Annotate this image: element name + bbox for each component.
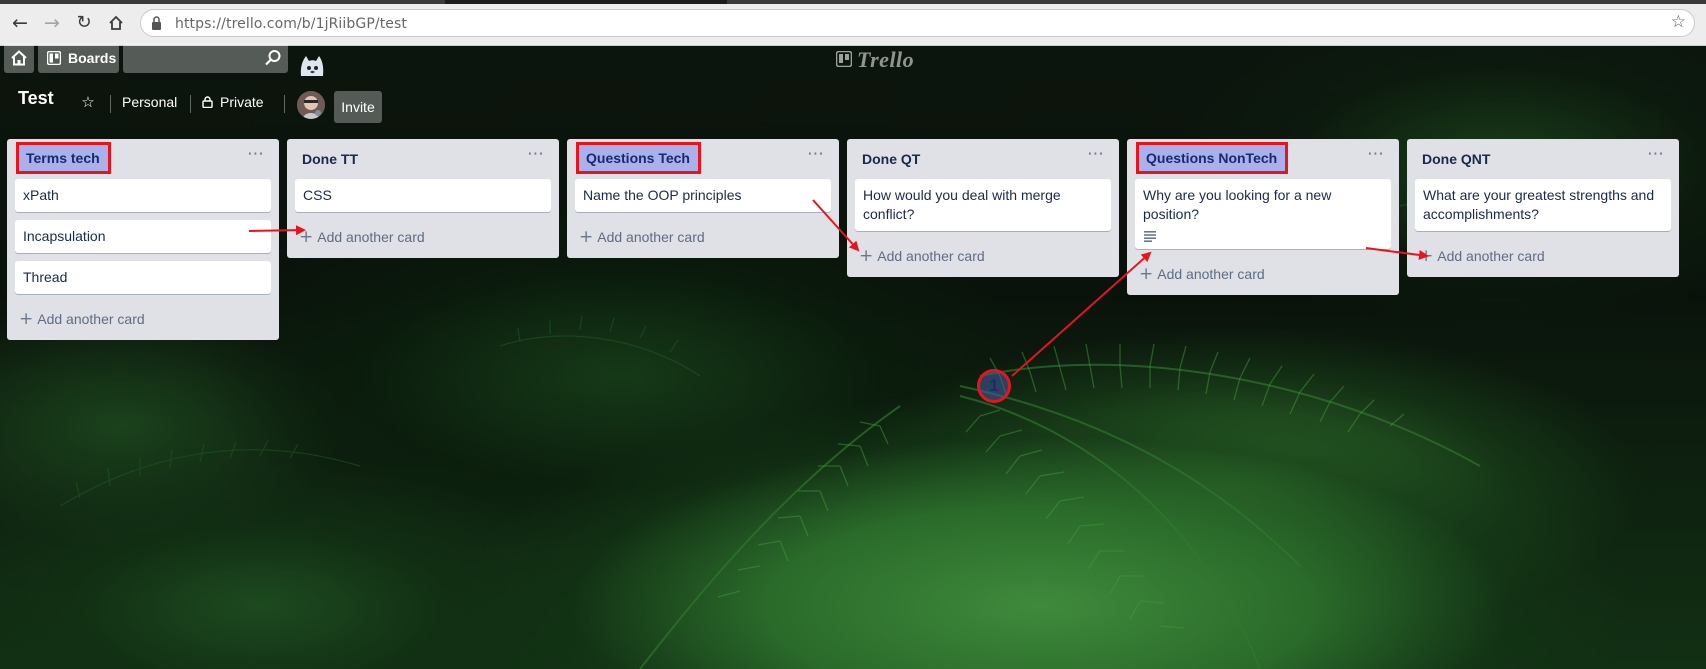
browser-toolbar: ← → ↻ https://trello.com/b/1jRiibGP/test… <box>0 0 1706 46</box>
boards-button[interactable]: Boards <box>38 43 119 73</box>
member-avatar-image <box>297 91 325 119</box>
lock-icon <box>202 96 213 108</box>
personal-team-button[interactable]: Personal <box>122 87 177 117</box>
add-card-label: Add another card <box>317 229 425 245</box>
list-header: Done QNT ⋯ <box>1415 139 1671 179</box>
list-title[interactable]: Questions NonTech <box>1135 142 1289 174</box>
card[interactable]: xPath <box>15 179 271 212</box>
lock-icon <box>152 16 161 30</box>
back-icon[interactable]: ← <box>8 9 32 37</box>
private-label: Private <box>220 94 264 110</box>
card[interactable]: How would you deal with merge conflict? <box>855 179 1111 231</box>
list-menu-icon[interactable]: ⋯ <box>1365 146 1385 167</box>
list-menu-icon[interactable]: ⋯ <box>1645 146 1665 167</box>
search-input[interactable] <box>123 43 279 73</box>
list-terms-tech[interactable]: Terms tech ⋯ xPath Incapsulation Thread … <box>7 139 279 340</box>
reload-icon[interactable]: ↻ <box>72 9 96 37</box>
add-card-button[interactable]: + Add another card <box>1135 257 1391 295</box>
board-title[interactable]: Test <box>18 88 54 109</box>
card[interactable]: Incapsulation <box>15 220 271 253</box>
tab-strip <box>0 0 1706 4</box>
add-card-label: Add another card <box>1157 266 1265 282</box>
list-title[interactable]: Terms tech <box>16 142 111 174</box>
card-title: Why are you looking for a new position? <box>1143 187 1332 222</box>
list-header: Done TT ⋯ <box>295 139 551 179</box>
bookmark-star-icon[interactable]: ☆ <box>1671 12 1686 32</box>
list-header: Terms tech ⋯ <box>15 139 271 179</box>
trello-logo-text: Trello <box>857 47 915 72</box>
list-questions-tech[interactable]: Questions Tech ⋯ Name the OOP principles… <box>567 139 839 258</box>
add-card-button[interactable]: + Add another card <box>855 239 1111 277</box>
add-card-button[interactable]: + Add another card <box>1415 239 1671 277</box>
star-board-icon[interactable]: ☆ <box>77 87 99 117</box>
forward-icon[interactable]: → <box>40 9 64 37</box>
add-card-label: Add another card <box>877 248 985 264</box>
add-card-label: Add another card <box>1437 248 1545 264</box>
card[interactable]: What are your greatest strengths and acc… <box>1415 179 1671 231</box>
list-menu-icon[interactable]: ⋯ <box>1085 146 1105 167</box>
house-icon <box>11 50 27 66</box>
add-card-button[interactable]: + Add another card <box>295 220 551 258</box>
card[interactable]: Thread <box>15 261 271 294</box>
visibility-button[interactable]: Private <box>202 87 264 117</box>
add-card-label: Add another card <box>37 311 145 327</box>
card[interactable]: CSS <box>295 179 551 212</box>
add-card-label: Add another card <box>597 229 705 245</box>
card[interactable]: Why are you looking for a new position? <box>1135 179 1391 249</box>
plus-icon: + <box>859 246 874 266</box>
boards-icon <box>47 51 61 65</box>
avatar[interactable] <box>297 91 325 119</box>
header-divider <box>110 95 111 113</box>
search-box[interactable] <box>123 43 288 73</box>
description-icon <box>1144 231 1156 242</box>
add-card-button[interactable]: + Add another card <box>15 302 271 340</box>
home-icon[interactable] <box>104 9 128 37</box>
card[interactable]: Name the OOP principles <box>575 179 831 212</box>
list-header: Questions Tech ⋯ <box>575 139 831 179</box>
list-done-tt[interactable]: Done TT ⋯ CSS + Add another card <box>287 139 559 258</box>
header-divider <box>190 95 191 113</box>
plus-icon: + <box>1419 246 1434 266</box>
list-questions-nontech[interactable]: Questions NonTech ⋯ Why are you looking … <box>1127 139 1399 295</box>
list-done-qnt[interactable]: Done QNT ⋯ What are your greatest streng… <box>1407 139 1679 277</box>
plus-icon: + <box>579 227 594 247</box>
plus-icon: + <box>1139 264 1154 284</box>
list-title[interactable]: Done QT <box>862 151 920 167</box>
list-header: Questions NonTech ⋯ <box>1135 139 1391 179</box>
list-menu-icon[interactable]: ⋯ <box>805 146 825 167</box>
invite-button[interactable]: Invite <box>334 91 382 123</box>
header-divider <box>284 95 285 113</box>
list-done-qt[interactable]: Done QT ⋯ How would you deal with merge … <box>847 139 1119 277</box>
list-menu-icon[interactable]: ⋯ <box>525 146 545 167</box>
url-text[interactable]: https://trello.com/b/1jRiibGP/test <box>175 16 407 32</box>
list-header: Done QT ⋯ <box>855 139 1111 179</box>
trello-logo-icon <box>836 51 852 67</box>
list-title[interactable]: Done TT <box>302 151 358 167</box>
add-card-button[interactable]: + Add another card <box>575 220 831 258</box>
tab[interactable] <box>0 0 445 4</box>
list-title[interactable]: Questions Tech <box>576 142 701 174</box>
plus-icon: + <box>19 309 34 329</box>
boards-label: Boards <box>68 50 117 66</box>
taco-mascot-icon[interactable] <box>297 52 327 78</box>
list-title[interactable]: Done QNT <box>1422 151 1490 167</box>
list-menu-icon[interactable]: ⋯ <box>245 146 265 167</box>
search-icon[interactable] <box>264 49 282 67</box>
address-bar[interactable]: https://trello.com/b/1jRiibGP/test ☆ <box>140 9 1695 37</box>
home-button[interactable] <box>4 43 34 73</box>
tab[interactable] <box>727 0 1706 4</box>
annotation-marker: 1 <box>977 369 1011 403</box>
plus-icon: + <box>299 227 314 247</box>
